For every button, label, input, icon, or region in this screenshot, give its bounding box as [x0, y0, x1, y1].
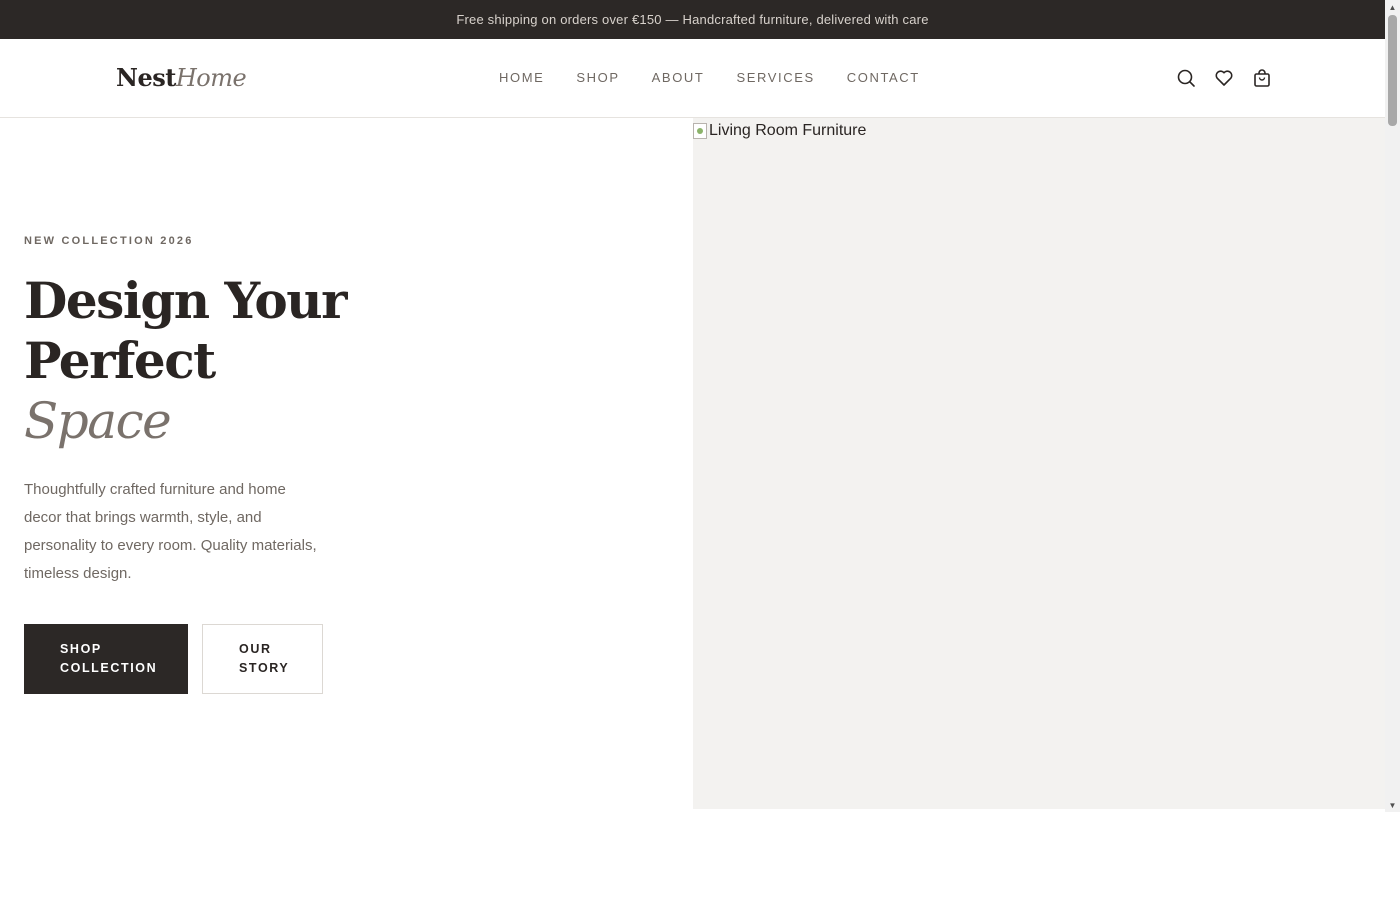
broken-image-placeholder: Living Room Furniture: [693, 122, 866, 140]
hero-eyebrow: NEW COLLECTION 2026: [24, 235, 194, 247]
broken-image-icon: [693, 123, 707, 139]
nav-services[interactable]: SERVICES: [736, 70, 814, 85]
shop-collection-button[interactable]: SHOP COLLECTION: [24, 624, 188, 694]
heart-icon[interactable]: [1214, 68, 1234, 88]
scroll-thumb[interactable]: [1388, 15, 1397, 126]
vertical-scrollbar[interactable]: ▲ ▼: [1385, 0, 1400, 812]
shopping-bag-icon[interactable]: [1252, 68, 1272, 88]
header-icons: [1176, 68, 1272, 88]
hero-image: Living Room Furniture: [693, 118, 1385, 809]
hero-headline: Design Your Perfect Space: [24, 271, 364, 451]
headline-line-1: Design Your: [24, 271, 347, 330]
headline-accent: Space: [24, 392, 172, 450]
nav-about[interactable]: ABOUT: [652, 70, 705, 85]
hero-section: NEW COLLECTION 2026 Design Your Perfect …: [0, 118, 1385, 812]
search-icon[interactable]: [1176, 68, 1196, 88]
our-story-button[interactable]: OUR STORY: [202, 624, 323, 694]
hero-subtext: Thoughtfully crafted furniture and home …: [24, 481, 317, 582]
announcement-text: Free shipping on orders over €150 — Hand…: [456, 12, 929, 27]
main-nav: HOME SHOP ABOUT SERVICES CONTACT: [499, 70, 952, 85]
logo-accent: Home: [175, 64, 247, 92]
logo[interactable]: NestHome: [116, 63, 247, 92]
page-viewport: Free shipping on orders over €150 — Hand…: [0, 0, 1385, 812]
nav-shop[interactable]: SHOP: [576, 70, 619, 85]
logo-primary: Nest: [116, 63, 176, 92]
announcement-bar: Free shipping on orders over €150 — Hand…: [0, 0, 1385, 39]
nav-home[interactable]: HOME: [499, 70, 544, 85]
nav-contact[interactable]: CONTACT: [847, 70, 920, 85]
scroll-down-arrow-icon[interactable]: ▼: [1385, 798, 1400, 812]
hero-buttons: SHOP COLLECTION OUR STORY: [24, 624, 323, 694]
headline-line-2: Perfect: [24, 331, 216, 390]
image-alt-text: Living Room Furniture: [709, 122, 867, 139]
scroll-up-arrow-icon[interactable]: ▲: [1385, 0, 1400, 14]
site-header: NestHome HOME SHOP ABOUT SERVICES CONTAC…: [0, 39, 1385, 118]
